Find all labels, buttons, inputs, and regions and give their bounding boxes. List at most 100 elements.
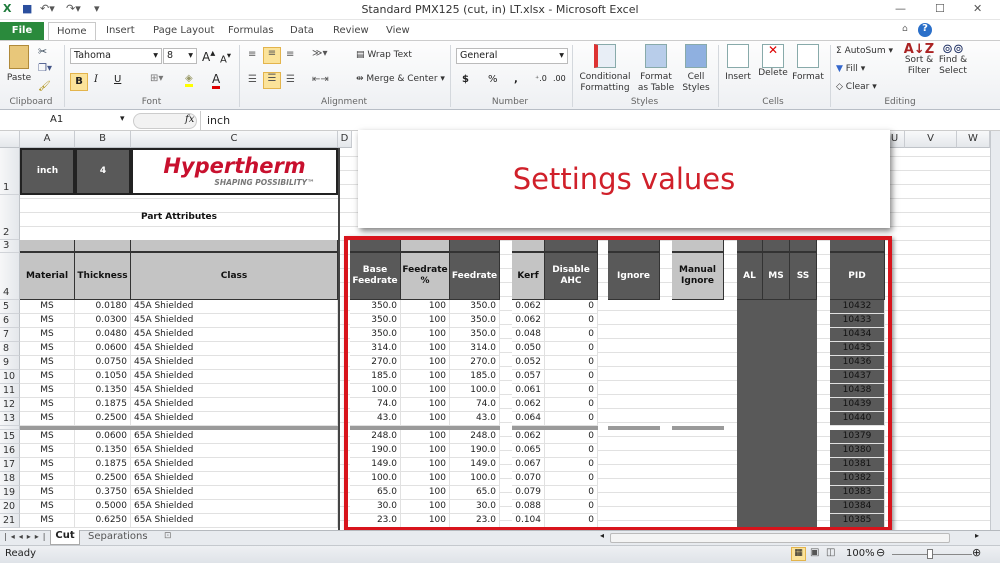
zoom-out-icon[interactable]: ⊖	[876, 546, 885, 559]
cell-cls[interactable]: 65A Shielded	[131, 430, 338, 444]
cell-mat[interactable]: MS	[20, 398, 75, 412]
row-header[interactable]: 20	[0, 500, 20, 514]
cell-cls[interactable]: 65A Shielded	[131, 458, 338, 472]
zoom-slider-thumb[interactable]	[927, 549, 933, 559]
row-header[interactable]: 12	[0, 398, 20, 412]
cell-mat[interactable]: MS	[20, 314, 75, 328]
cell-cls[interactable]: 45A Shielded	[131, 314, 338, 328]
cell-th[interactable]: 0.1050	[75, 370, 131, 384]
cell-mat[interactable]: MS	[20, 444, 75, 458]
vertical-scrollbar[interactable]	[990, 131, 1000, 530]
cell-cls[interactable]: 65A Shielded	[131, 514, 338, 528]
cell-b1[interactable]: 4	[75, 148, 131, 195]
fill-button[interactable]: ▼ Fill ▾	[836, 64, 865, 75]
insert-cells-button[interactable]: Insert	[722, 44, 754, 83]
font-name-select[interactable]: Tahoma ▾	[70, 48, 162, 64]
row-header[interactable]: 3	[0, 240, 20, 253]
top-align-icon[interactable]: ≡	[248, 49, 256, 60]
row-header[interactable]: 4	[0, 253, 20, 300]
row-header[interactable]: 19	[0, 486, 20, 500]
cell-th[interactable]: 0.1350	[75, 384, 131, 398]
fill-color-icon[interactable]: ◈	[185, 73, 193, 87]
row-header[interactable]: 6	[0, 314, 20, 328]
underline-button[interactable]: U	[114, 74, 121, 85]
cell-cls[interactable]: 45A Shielded	[131, 328, 338, 342]
cell-mat[interactable]: MS	[20, 412, 75, 426]
align-left-icon[interactable]: ☰	[248, 74, 257, 85]
cell-th[interactable]: 0.0480	[75, 328, 131, 342]
tab-view[interactable]: View	[378, 22, 418, 41]
normal-view-icon[interactable]: ▦	[791, 547, 806, 561]
percent-button[interactable]: %	[488, 74, 498, 85]
format-painter-icon[interactable]: 🖌	[38, 81, 51, 92]
cell-th[interactable]: 0.5000	[75, 500, 131, 514]
select-all-corner[interactable]	[0, 131, 20, 148]
conditional-formatting-button[interactable]: Conditional Formatting	[576, 44, 634, 94]
tab-page-layout[interactable]: Page Layout	[145, 22, 222, 41]
row-header[interactable]: 5	[0, 300, 20, 314]
cell-mat[interactable]: MS	[20, 356, 75, 370]
cell-mat[interactable]: MS	[20, 328, 75, 342]
font-color-icon[interactable]: A	[212, 72, 221, 89]
name-box[interactable]: A1	[0, 113, 128, 129]
scroll-left-icon[interactable]: ◂	[600, 531, 604, 540]
cell-th[interactable]: 0.0300	[75, 314, 131, 328]
row-header[interactable]: 7	[0, 328, 20, 342]
cell-th[interactable]: 0.6250	[75, 514, 131, 528]
cell-mat[interactable]: MS	[20, 342, 75, 356]
row-header[interactable]: 16	[0, 444, 20, 458]
borders-icon[interactable]: ⊞▾	[150, 73, 163, 84]
cell-mat[interactable]: MS	[20, 370, 75, 384]
zoom-level[interactable]: 100%	[846, 548, 875, 559]
cell-cls[interactable]: 45A Shielded	[131, 398, 338, 412]
cell-th[interactable]: 0.0750	[75, 356, 131, 370]
font-size-select[interactable]: 8 ▾	[163, 48, 197, 64]
cell-a1[interactable]: inch	[20, 148, 75, 195]
tab-data[interactable]: Data	[282, 22, 322, 41]
format-as-table-button[interactable]: Format as Table	[634, 44, 678, 94]
horizontal-scrollbar[interactable]	[610, 533, 950, 543]
comma-button[interactable]: ,	[514, 74, 518, 85]
cell-mat[interactable]: MS	[20, 472, 75, 486]
cell-cls[interactable]: 45A Shielded	[131, 342, 338, 356]
row-header[interactable]: 21	[0, 514, 20, 528]
cell-cls[interactable]: 45A Shielded	[131, 384, 338, 398]
cell-th[interactable]: 0.2500	[75, 412, 131, 426]
cell-th[interactable]: 0.1875	[75, 458, 131, 472]
align-center-icon[interactable]: ☰	[263, 72, 281, 89]
cell-mat[interactable]: MS	[20, 384, 75, 398]
column-header-V[interactable]: V	[905, 131, 957, 148]
copy-icon[interactable]: ❐▾	[38, 63, 52, 74]
cell-cls[interactable]: 65A Shielded	[131, 500, 338, 514]
page-layout-view-icon[interactable]: ▣	[810, 547, 819, 558]
cut-icon[interactable]: ✂	[38, 45, 47, 58]
wrap-text-button[interactable]: ▤ Wrap Text	[356, 50, 412, 61]
autosum-button[interactable]: Σ AutoSum ▾	[836, 46, 893, 57]
bottom-align-icon[interactable]: ≡	[286, 49, 294, 60]
indent-icons[interactable]: ⇤⇥	[312, 74, 329, 85]
number-format-select[interactable]: General ▾	[456, 48, 568, 64]
cell-th[interactable]: 0.0180	[75, 300, 131, 314]
insert-function-button[interactable]: fx	[185, 114, 194, 125]
sheet-tab-cut[interactable]: Cut	[50, 530, 80, 545]
minimize-ribbon-icon[interactable]: ⌂	[902, 24, 908, 34]
row-header[interactable]: 1	[0, 148, 20, 195]
row-header[interactable]: 13	[0, 412, 20, 426]
align-right-icon[interactable]: ☰	[286, 74, 295, 85]
scroll-right-icon[interactable]: ▸	[975, 531, 979, 540]
help-icon[interactable]: ?	[918, 23, 932, 37]
cell-th[interactable]: 0.1875	[75, 398, 131, 412]
format-cells-button[interactable]: Format	[790, 44, 826, 83]
minimize-icon[interactable]: —	[895, 2, 906, 15]
cell-cls[interactable]: 65A Shielded	[131, 472, 338, 486]
merge-center-button[interactable]: ⇹ Merge & Center ▾	[356, 74, 445, 85]
row-header[interactable]: 8	[0, 342, 20, 356]
cell-th[interactable]: 0.3750	[75, 486, 131, 500]
cell-th[interactable]: 0.0600	[75, 342, 131, 356]
clear-button[interactable]: ◇ Clear ▾	[836, 82, 877, 93]
bold-button[interactable]: B	[70, 73, 88, 91]
increase-decimal-icon[interactable]: ⁺.0	[535, 74, 547, 83]
maximize-icon[interactable]: ☐	[935, 2, 945, 15]
sort-filter-button[interactable]: A↓Z Sort & Filter	[903, 43, 935, 77]
cell-th[interactable]: 0.2500	[75, 472, 131, 486]
